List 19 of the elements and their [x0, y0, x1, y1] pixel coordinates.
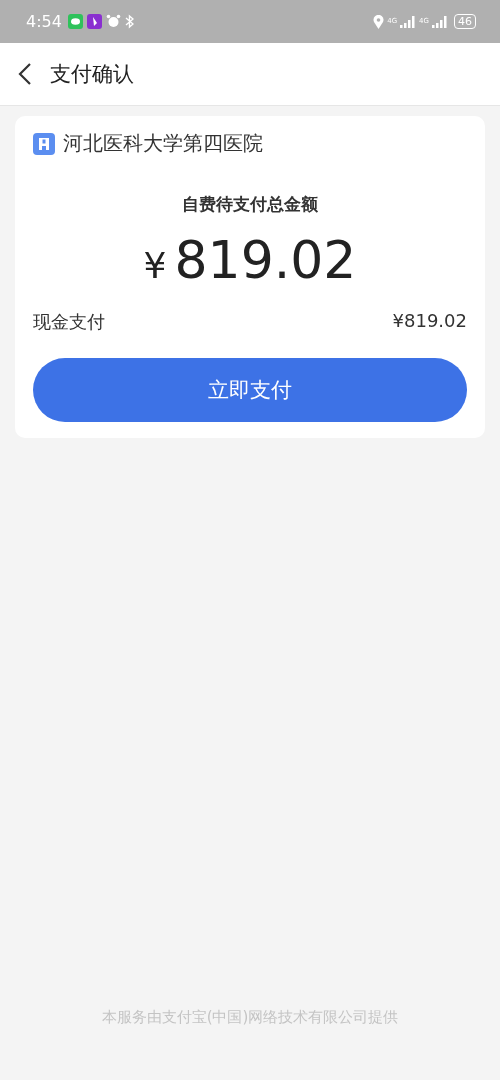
amount-label: 自费待支付总金额 — [182, 193, 318, 216]
pay-now-button[interactable]: 立即支付 — [33, 358, 467, 422]
battery-level: 46 — [454, 14, 476, 29]
signal-icon — [432, 15, 448, 28]
location-icon — [373, 14, 385, 29]
app-icon — [86, 14, 102, 29]
total-amount: 819.02 — [174, 230, 357, 290]
hospital-icon — [33, 132, 55, 155]
status-time: 4:54 — [26, 12, 62, 31]
signal-icon — [400, 15, 417, 28]
page-title: 支付确认 — [50, 61, 134, 88]
alarm-icon — [105, 14, 121, 29]
back-icon[interactable] — [18, 62, 32, 86]
hospital-name: 河北医科大学第四医院 — [63, 130, 263, 157]
currency-symbol: ¥ — [143, 245, 167, 286]
payment-method: 现金支付 — [33, 310, 105, 334]
chat-app-icon — [67, 14, 83, 29]
payment-amount: ¥819.02 — [392, 310, 467, 333]
bluetooth-icon — [124, 14, 134, 29]
